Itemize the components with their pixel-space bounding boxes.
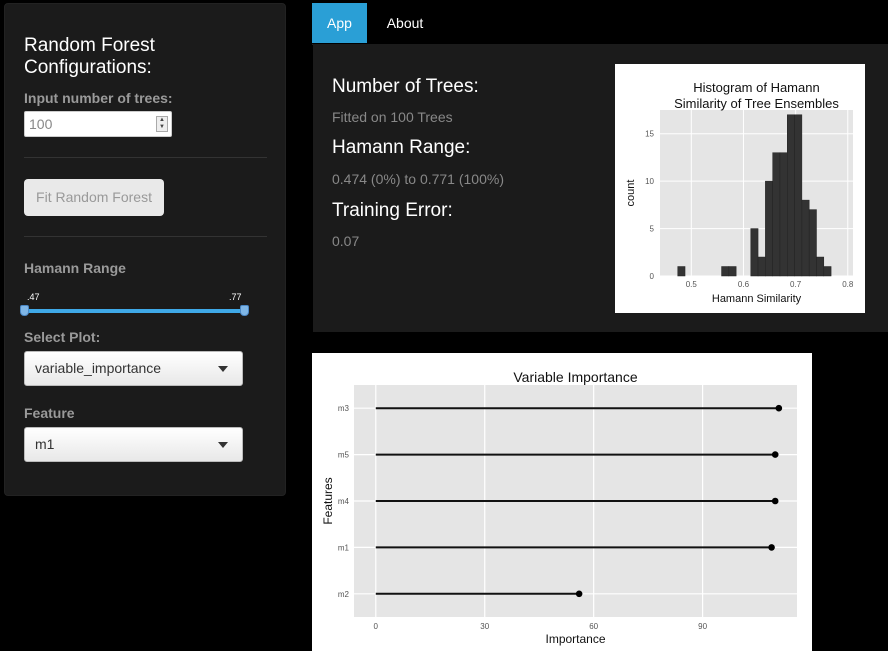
summary-panel: Number of Trees: Fitted on 100 Trees Ham… [313, 44, 888, 332]
importance-point [768, 544, 775, 551]
x-tick-label: 0.6 [738, 280, 750, 289]
slider-low-handle[interactable] [20, 305, 29, 316]
hamann-histogram: 0 5 10 15 0.5 0.6 0.7 0.8 Histogram of HamannSim… [615, 64, 865, 313]
histogram-bar [779, 152, 788, 277]
select-plot-label: Select Plot: [24, 329, 101, 345]
histogram-bar [757, 256, 766, 277]
histogram-bar [801, 199, 810, 277]
y-tick-label: 10 [645, 177, 654, 186]
histogram-bar [816, 256, 825, 277]
slider-min-label: .47 [27, 292, 40, 302]
importance-point [575, 590, 583, 598]
x-tick-label: 0.5 [686, 280, 698, 289]
x-tick-label: 0 [374, 622, 379, 631]
y-tick-label: m1 [338, 543, 350, 552]
trees-heading: Number of Trees: [332, 76, 479, 97]
spinner-up-icon[interactable]: ▲ [157, 117, 167, 124]
y-tick-label: m5 [338, 451, 350, 460]
y-tick-label: m2 [338, 590, 350, 599]
y-tick-label: 0 [650, 272, 655, 281]
number-spinner[interactable]: ▲ ▼ [156, 116, 168, 132]
hamann-range-label: Hamann Range [24, 260, 126, 276]
chart-title-line-2: Similarity of Tree Ensembles [674, 96, 839, 111]
fit-random-forest-button[interactable]: Fit Random Forest [24, 179, 164, 216]
importance-point [771, 497, 779, 505]
feature-dropdown[interactable]: m1 [24, 427, 243, 462]
spinner-down-icon[interactable]: ▼ [157, 124, 167, 131]
y-axis-label: count [625, 180, 637, 207]
feature-value: m1 [35, 436, 55, 452]
histogram-bar [677, 266, 686, 277]
hamann-text: 0.474 (0%) to 0.771 (100%) [332, 171, 504, 187]
histogram-bar [728, 266, 737, 277]
histogram-bar [787, 114, 795, 277]
importance-point [771, 451, 779, 458]
trees-input-value: 100 [29, 116, 53, 132]
variable-importance-chart: 0 30 60 90 m3 m5 m4 m1 m2 Variable Importance Impo… [312, 353, 812, 651]
x-tick-label: 0.8 [842, 280, 854, 289]
importance-point [775, 404, 783, 412]
hamann-range-slider[interactable] [24, 309, 244, 313]
select-plot-dropdown[interactable]: variable_importance [24, 351, 243, 386]
sidebar-title: Random Forest Configurations: [24, 35, 155, 78]
error-heading: Training Error: [332, 200, 453, 221]
hamann-heading: Hamann Range: [332, 137, 471, 158]
y-tick-label: 15 [645, 130, 654, 139]
chart-title-line-1: Histogram of Hamann [693, 80, 819, 95]
slider-max-label: .77 [229, 292, 242, 302]
y-tick-label: 5 [650, 225, 655, 234]
tab-app[interactable]: App [312, 3, 367, 43]
x-tick-label: 0.7 [790, 280, 802, 289]
trees-number-input[interactable]: 100 ▲ ▼ [24, 111, 172, 137]
histogram-bar [721, 266, 730, 277]
feature-label: Feature [24, 405, 75, 421]
divider [24, 157, 267, 158]
error-text: 0.07 [332, 233, 360, 249]
y-tick-label: m3 [338, 404, 350, 413]
tab-bar: App About [312, 0, 888, 45]
chevron-down-icon [218, 442, 228, 448]
trees-input-label: Input number of trees: [24, 90, 173, 106]
histogram-bar [823, 266, 832, 277]
x-axis-label: Hamann Similarity [712, 293, 802, 305]
slider-high-handle[interactable] [240, 305, 249, 316]
chart-title: Variable Importance [513, 369, 637, 385]
x-tick-label: 60 [589, 622, 598, 631]
x-axis-label: Importance [545, 632, 605, 646]
chevron-down-icon [218, 366, 228, 372]
select-plot-value: variable_importance [35, 360, 162, 376]
histogram-bar [750, 228, 759, 277]
x-tick-label: 30 [480, 622, 489, 631]
divider [24, 236, 267, 237]
x-tick-label: 90 [698, 622, 707, 631]
y-tick-label: m4 [338, 497, 350, 506]
histogram-bar [794, 114, 803, 277]
histogram-bar [808, 209, 817, 277]
tab-about[interactable]: About [372, 3, 438, 43]
sidebar-panel: Random Forest Configurations: Input numb… [4, 3, 286, 496]
histogram-bar [772, 152, 781, 277]
histogram-bar [765, 180, 773, 277]
trees-text: Fitted on 100 Trees [332, 109, 453, 125]
y-axis-label: Features [321, 477, 335, 524]
